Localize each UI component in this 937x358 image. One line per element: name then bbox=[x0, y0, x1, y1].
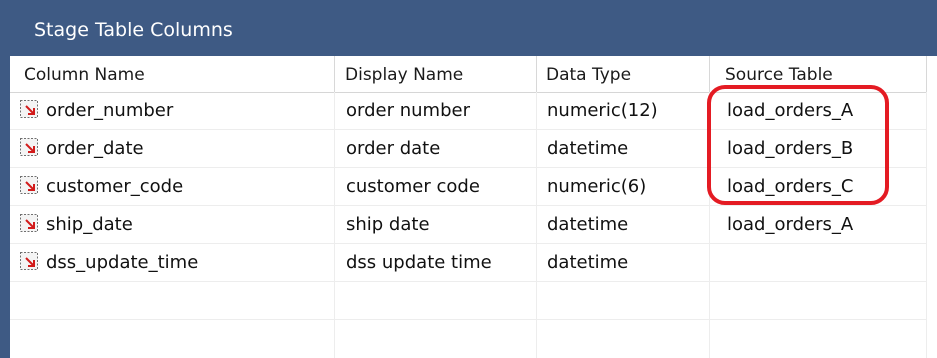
empty-cell bbox=[335, 282, 537, 320]
cell-data-type: numeric(12) bbox=[537, 92, 710, 130]
cell-data-type: datetime bbox=[537, 130, 710, 168]
table-row[interactable]: customer_code customer code numeric(6) l… bbox=[10, 168, 927, 206]
cell-data-type: numeric(6) bbox=[537, 168, 710, 206]
cell-column-name: order_number bbox=[10, 92, 335, 130]
cell-source-table: load_orders_B bbox=[710, 130, 927, 168]
empty-cell bbox=[710, 282, 927, 320]
cell-data-type: datetime bbox=[537, 206, 710, 244]
cell-source-table: load_orders_A bbox=[710, 92, 927, 130]
column-arrow-icon bbox=[20, 138, 38, 156]
empty-cell bbox=[10, 282, 335, 320]
table-row[interactable]: dss_update_time dss update time datetime bbox=[10, 244, 927, 282]
cell-data-type: datetime bbox=[537, 244, 710, 282]
cell-display-name: customer code bbox=[335, 168, 537, 206]
grid-header: Column Name Display Name Data Type Sourc… bbox=[10, 56, 927, 93]
cell-display-name: ship date bbox=[335, 206, 537, 244]
cell-column-name: customer_code bbox=[10, 168, 335, 206]
header-source-table[interactable]: Source Table bbox=[710, 56, 927, 92]
header-display-name[interactable]: Display Name bbox=[335, 56, 537, 92]
column-name-text: order_date bbox=[46, 138, 144, 159]
column-name-text: dss_update_time bbox=[46, 252, 199, 273]
cell-column-name: ship_date bbox=[10, 206, 335, 244]
empty-cell bbox=[335, 320, 537, 358]
panel-title: Stage Table Columns bbox=[34, 19, 233, 41]
table-row[interactable]: order_number order number numeric(12) lo… bbox=[10, 92, 927, 130]
panel-title-bar: Stage Table Columns bbox=[0, 0, 937, 56]
column-arrow-icon bbox=[20, 214, 38, 232]
columns-grid: Column Name Display Name Data Type Sourc… bbox=[10, 56, 927, 358]
empty-row bbox=[10, 320, 927, 358]
empty-row bbox=[10, 282, 927, 320]
cell-display-name: order date bbox=[335, 130, 537, 168]
cell-column-name: dss_update_time bbox=[10, 244, 335, 282]
cell-source-table: load_orders_A bbox=[710, 206, 927, 244]
column-arrow-icon bbox=[20, 176, 38, 194]
cell-display-name: dss update time bbox=[335, 244, 537, 282]
panel-left-border bbox=[0, 56, 10, 358]
header-data-type[interactable]: Data Type bbox=[537, 56, 710, 92]
empty-cell bbox=[537, 282, 710, 320]
column-name-text: order_number bbox=[46, 100, 174, 121]
cell-column-name: order_date bbox=[10, 130, 335, 168]
empty-cell bbox=[537, 320, 710, 358]
table-row[interactable]: ship_date ship date datetime load_orders… bbox=[10, 206, 927, 244]
column-arrow-icon bbox=[20, 100, 38, 118]
cell-display-name: order number bbox=[335, 92, 537, 130]
cell-source-table: load_orders_C bbox=[710, 168, 927, 206]
empty-cell bbox=[10, 320, 335, 358]
header-column-name[interactable]: Column Name bbox=[10, 56, 335, 92]
column-name-text: ship_date bbox=[46, 214, 133, 235]
cell-source-table bbox=[710, 244, 927, 282]
empty-cell bbox=[710, 320, 927, 358]
stage-table-columns-panel: Stage Table Columns Column Name Display … bbox=[0, 0, 937, 358]
column-name-text: customer_code bbox=[46, 176, 184, 197]
table-row[interactable]: order_date order date datetime load_orde… bbox=[10, 130, 927, 168]
column-arrow-icon bbox=[20, 252, 38, 270]
